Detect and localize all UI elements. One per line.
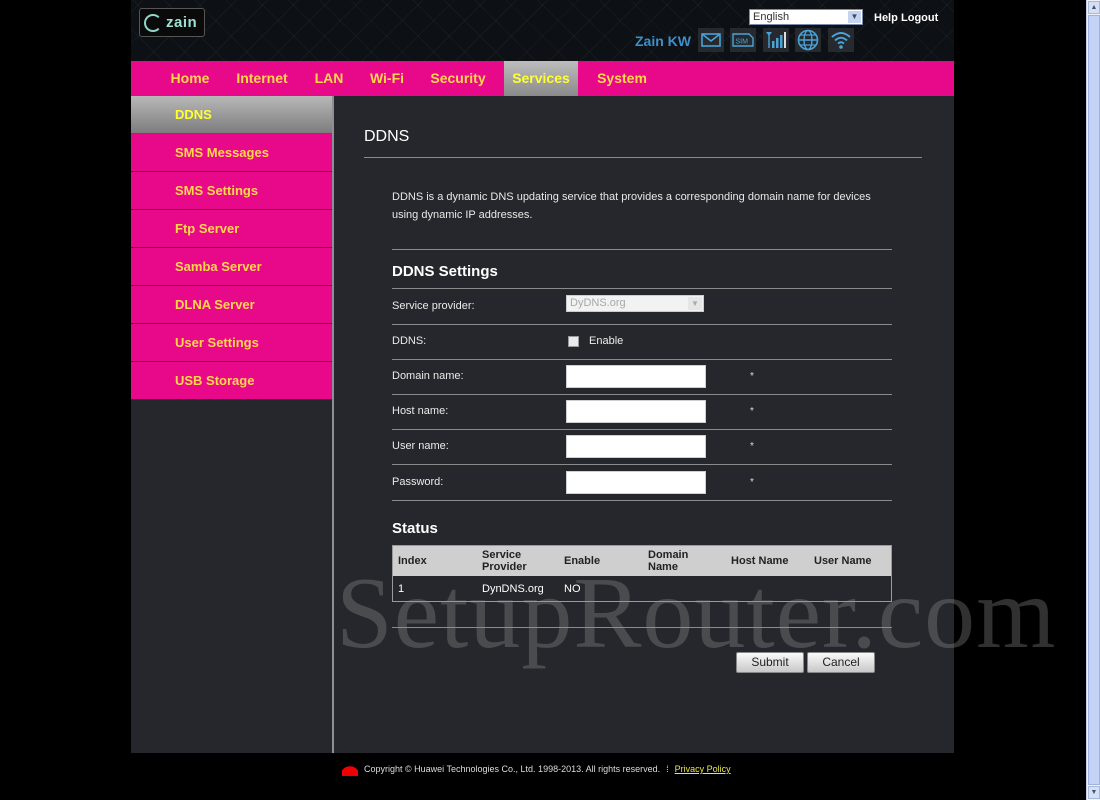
scroll-down-arrow-icon[interactable]: ▼: [1088, 786, 1100, 799]
cell-host-name: [726, 576, 809, 602]
sidebar-item-sms-messages[interactable]: SMS Messages: [131, 134, 332, 172]
service-provider-value: DyDNS.org: [570, 297, 626, 309]
nav-lan[interactable]: LAN: [307, 61, 351, 96]
nav-security[interactable]: Security: [423, 61, 493, 96]
sidebar-item-samba-server[interactable]: Samba Server: [131, 248, 332, 286]
cell-index: 1: [398, 582, 405, 595]
required-mark: *: [750, 406, 754, 417]
domain-name-input[interactable]: [566, 365, 706, 388]
domain-name-row: Domain name: *: [392, 359, 892, 395]
service-provider-row: Service provider: DyDNS.org ▼: [392, 289, 892, 325]
sim-icon: SIM: [730, 28, 756, 52]
col-enable: Enable: [559, 545, 643, 576]
title-divider: [364, 157, 922, 158]
chevron-down-icon: ▼: [688, 297, 702, 310]
status-title: Status: [392, 520, 438, 537]
nav-home[interactable]: Home: [161, 61, 219, 96]
description-divider: [392, 249, 892, 250]
user-name-input[interactable]: [566, 435, 706, 458]
globe-icon: [795, 28, 821, 52]
help-link[interactable]: Help: [874, 12, 898, 24]
page-title: DDNS: [364, 128, 410, 145]
required-mark: *: [750, 477, 754, 488]
logo-text: zain: [166, 14, 198, 31]
sidebar-item-ftp-server[interactable]: Ftp Server: [131, 210, 332, 248]
privacy-policy-link[interactable]: Privacy Policy: [675, 764, 731, 774]
huawei-logo-icon: [342, 762, 358, 776]
user-name-label: User name:: [392, 440, 449, 452]
user-name-row: User name: *: [392, 429, 892, 465]
nav-wifi[interactable]: Wi-Fi: [363, 61, 411, 96]
ddns-label: DDNS:: [392, 335, 427, 347]
language-value: English: [753, 11, 790, 23]
footer: Copyright © Huawei Technologies Co., Ltd…: [342, 762, 731, 776]
enable-label: Enable: [589, 335, 624, 347]
domain-name-label: Domain name:: [392, 370, 464, 382]
host-name-label: Host name:: [392, 405, 449, 417]
col-domain-name: Domain Name: [643, 545, 726, 576]
nav-services[interactable]: Services: [504, 61, 578, 96]
ddns-row: DDNS: Enable: [392, 324, 892, 360]
cell-user-name: [809, 576, 892, 602]
col-user-name: User Name: [809, 545, 892, 576]
col-service-provider: Service Provider: [477, 545, 559, 576]
host-name-row: Host name: *: [392, 394, 892, 430]
nav-system[interactable]: System: [589, 61, 655, 96]
chevron-down-icon: ▼: [848, 11, 861, 23]
main-nav: Home Internet LAN Wi-Fi Security Service…: [131, 61, 954, 96]
required-mark: *: [750, 371, 754, 382]
sidebar: DDNS SMS Messages SMS Settings Ftp Serve…: [131, 96, 334, 753]
main-content: DDNS DDNS is a dynamic DNS updating serv…: [334, 96, 954, 753]
required-mark: *: [750, 441, 754, 452]
sidebar-item-usb-storage[interactable]: USB Storage: [131, 362, 332, 400]
zain-swirl-icon: [144, 13, 162, 32]
status-table-header: Index Service Provider Enable Domain Nam…: [392, 545, 892, 576]
status-divider: [392, 627, 892, 628]
cell-enable: NO: [564, 582, 581, 595]
vertical-scrollbar[interactable]: ▲ ▼: [1086, 0, 1100, 800]
cancel-button[interactable]: Cancel: [807, 652, 875, 673]
enable-checkbox[interactable]: [568, 336, 579, 347]
password-input[interactable]: [566, 471, 706, 494]
password-row: Password: *: [392, 465, 892, 501]
header: zain English ▼ Help Logout Zain KW SIM: [131, 0, 954, 61]
router-page: zain English ▼ Help Logout Zain KW SIM H…: [131, 0, 954, 753]
zain-logo: zain: [139, 8, 205, 37]
col-index: Index: [392, 545, 477, 576]
service-provider-select[interactable]: DyDNS.org ▼: [566, 295, 704, 312]
mail-icon[interactable]: [698, 28, 724, 52]
copyright-text: Copyright © Huawei Technologies Co., Ltd…: [364, 764, 661, 774]
sim-text: SIM: [736, 39, 749, 46]
col-host-name: Host Name: [726, 545, 809, 576]
table-row: 1 DynDNS.org NO: [393, 576, 892, 602]
sidebar-item-ddns[interactable]: DDNS: [131, 96, 332, 134]
service-provider-label: Service provider:: [392, 300, 475, 312]
sidebar-item-user-settings[interactable]: User Settings: [131, 324, 332, 362]
logout-link[interactable]: Logout: [901, 12, 938, 24]
password-label: Password:: [392, 476, 444, 488]
sidebar-item-sms-settings[interactable]: SMS Settings: [131, 172, 332, 210]
wifi-icon: [828, 28, 854, 52]
nav-internet[interactable]: Internet: [229, 61, 295, 96]
page-description: DDNS is a dynamic DNS updating service t…: [392, 191, 871, 221]
cell-domain-name: [643, 576, 726, 602]
submit-button[interactable]: Submit: [736, 652, 804, 673]
scrollbar-thumb[interactable]: [1088, 15, 1100, 785]
settings-title: DDNS Settings: [392, 263, 498, 280]
status-table: Index Service Provider Enable Domain Nam…: [392, 545, 892, 602]
footer-separator: ⁞: [666, 764, 669, 774]
host-name-input[interactable]: [566, 400, 706, 423]
sidebar-item-dlna-server[interactable]: DLNA Server: [131, 286, 332, 324]
scroll-up-arrow-icon[interactable]: ▲: [1088, 1, 1100, 14]
operator-name: Zain KW: [635, 33, 691, 49]
signal-icon: [763, 28, 789, 52]
language-select[interactable]: English ▼: [749, 9, 863, 25]
cell-service-provider: DynDNS.org: [482, 582, 544, 595]
